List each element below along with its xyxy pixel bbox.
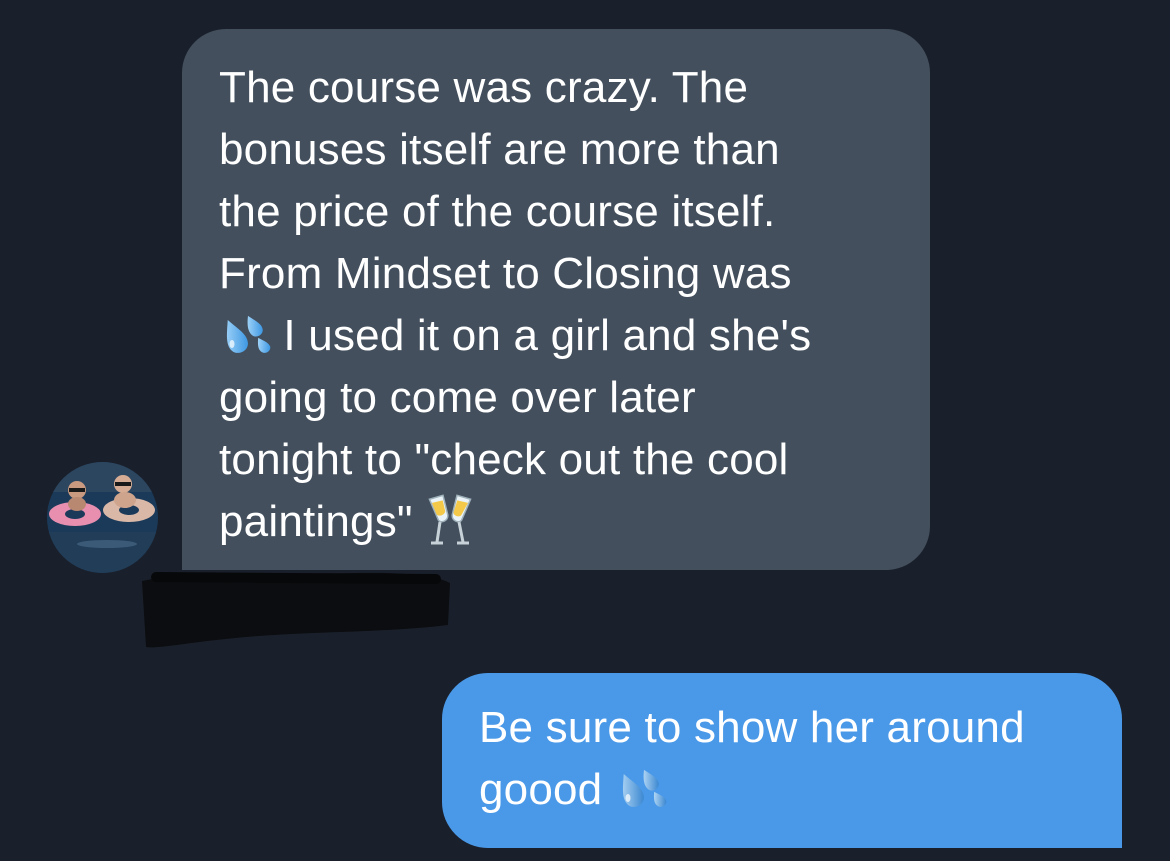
sweat-droplets-icon [226, 315, 271, 353]
clinking-glasses-icon [428, 494, 472, 545]
message-line: The course was crazy. The [219, 63, 749, 112]
redaction-scribble [142, 572, 450, 648]
sweat-droplets-icon [622, 769, 667, 807]
incoming-message-bubble[interactable]: The course was crazy. The bonuses itself… [182, 29, 930, 570]
chat-screen: The course was crazy. The bonuses itself… [0, 0, 1170, 861]
message-line: bonuses itself are more than [219, 125, 780, 174]
message-line-with-emoji: paintings" [219, 491, 900, 553]
message-line: tonight to "check out the cool [219, 435, 789, 484]
message-line-with-emoji: goood [479, 759, 1092, 821]
outgoing-message-bubble[interactable]: Be sure to show her around goood [442, 673, 1122, 848]
message-line: From Mindset to Closing was [219, 249, 792, 298]
sender-avatar[interactable] [47, 462, 158, 573]
avatar-photo-icon [47, 462, 158, 573]
message-line: the price of the course itself. [219, 187, 776, 236]
message-line: going to come over later [219, 373, 696, 422]
message-line: Be sure to show her around [479, 703, 1025, 752]
message-line-with-emoji: I used it on a girl and she's [219, 305, 900, 367]
